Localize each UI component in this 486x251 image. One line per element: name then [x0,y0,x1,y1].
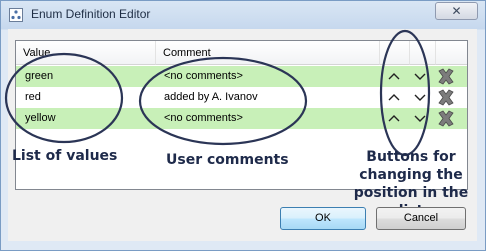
close-button[interactable]: ✕ [435,2,478,20]
app-icon [9,8,23,22]
column-header-value[interactable]: Value [16,41,156,65]
comment-cell[interactable]: <no comments> [164,108,243,129]
comment-cell[interactable]: added by A. Ivanov [164,87,258,108]
chevron-down-icon[interactable] [410,108,430,129]
cancel-button[interactable]: Cancel [376,207,466,230]
value-cell[interactable]: green [25,66,53,87]
value-cell[interactable]: yellow [25,108,56,129]
value-cell[interactable]: red [25,87,41,108]
annotation-line: Buttons for [366,149,456,165]
column-header-up [380,41,410,65]
table-row[interactable]: red added by A. Ivanov [16,87,467,108]
close-icon: ✕ [451,4,462,18]
annotation-list-of-values: List of values [12,148,118,164]
chevron-up-icon[interactable] [384,87,404,108]
column-header-delete [436,41,467,65]
ok-button[interactable]: OK [280,207,366,230]
delete-x-icon[interactable] [436,88,456,107]
chevron-down-icon[interactable] [410,87,430,108]
window-title: Enum Definition Editor [31,7,151,21]
chevron-up-icon[interactable] [384,66,404,87]
delete-x-icon[interactable] [436,67,456,86]
title-bar[interactable]: Enum Definition Editor ✕ [1,1,485,29]
table-row[interactable]: yellow <no comments> [16,108,467,129]
annotation-line: changing the [359,167,463,183]
column-header-down [410,41,436,65]
chevron-up-icon[interactable] [384,108,404,129]
delete-x-icon[interactable] [436,109,456,128]
comment-cell[interactable]: <no comments> [164,66,243,87]
chevron-down-icon[interactable] [410,66,430,87]
table-row[interactable]: green <no comments> [16,66,467,87]
column-header-comment[interactable]: Comment [156,41,380,65]
annotation-user-comments: User comments [166,152,289,168]
